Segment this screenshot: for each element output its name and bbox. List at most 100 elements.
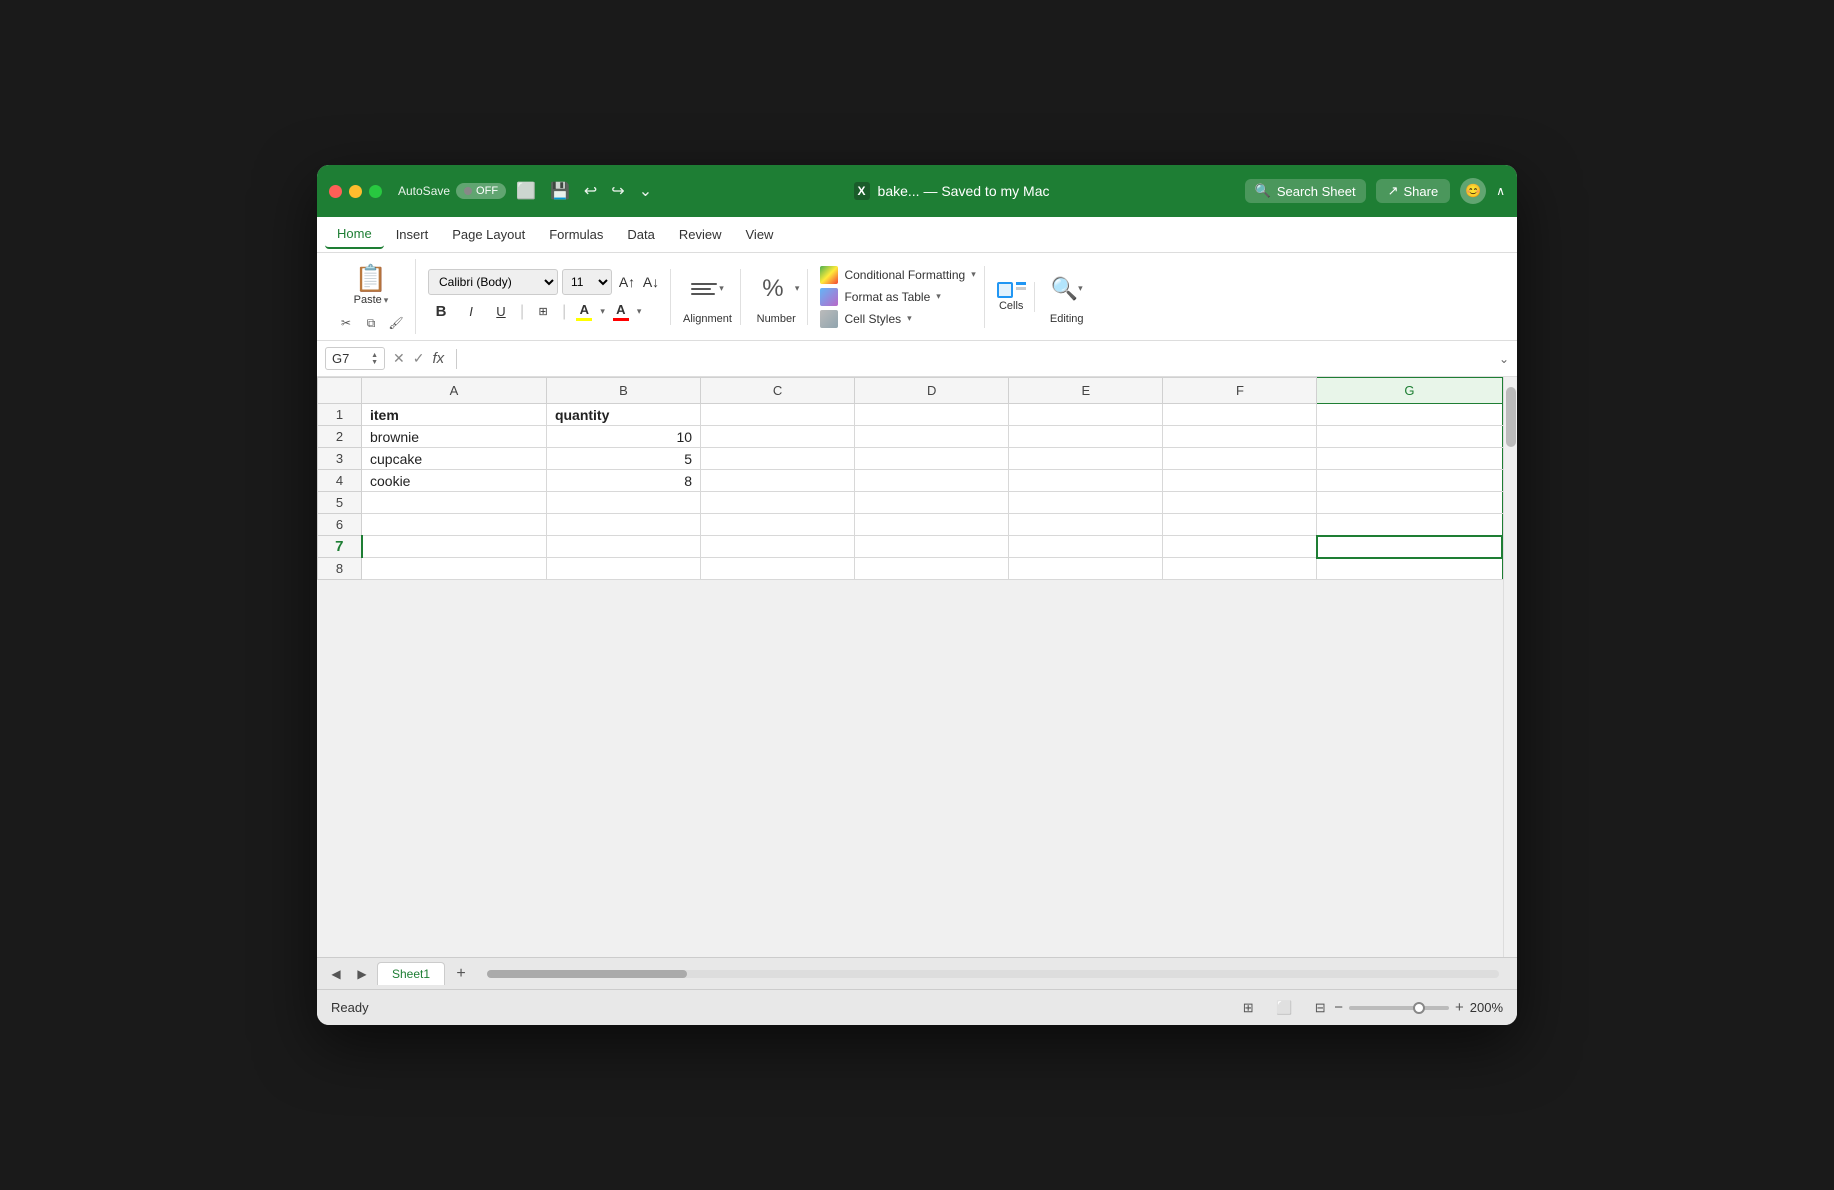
number-format-button[interactable]: % — [753, 269, 793, 309]
close-button[interactable] — [329, 185, 342, 198]
menu-review[interactable]: Review — [667, 221, 734, 248]
cell-b2[interactable]: 10 — [546, 426, 700, 448]
page-break-view-button[interactable]: ⊟ — [1306, 997, 1334, 1019]
cell-e5[interactable] — [1009, 492, 1163, 514]
cell-reference-box[interactable]: G7 ▲ ▼ — [325, 347, 385, 370]
menu-view[interactable]: View — [734, 221, 786, 248]
cell-a6[interactable] — [362, 514, 547, 536]
underline-button[interactable]: U — [488, 299, 514, 325]
vertical-scrollbar[interactable] — [1503, 377, 1517, 957]
undo-icon[interactable]: ↩ — [584, 181, 597, 201]
confirm-formula-icon[interactable]: ✓ — [413, 350, 425, 367]
cell-c5[interactable] — [701, 492, 855, 514]
cell-g6[interactable] — [1317, 514, 1502, 536]
cell-a3[interactable]: cupcake — [362, 448, 547, 470]
fx-icon[interactable]: fx — [432, 350, 444, 367]
col-header-c[interactable]: C — [701, 378, 855, 404]
cell-c2[interactable] — [701, 426, 855, 448]
cell-e6[interactable] — [1009, 514, 1163, 536]
minimize-button[interactable] — [349, 185, 362, 198]
cell-c8[interactable] — [701, 558, 855, 580]
font-color-button[interactable]: A — [609, 301, 633, 322]
menu-home[interactable]: Home — [325, 220, 384, 249]
zoom-in-button[interactable]: + — [1455, 999, 1464, 1016]
cell-b3[interactable]: 5 — [546, 448, 700, 470]
cell-d7[interactable] — [855, 536, 1009, 558]
conditional-formatting-button[interactable]: Conditional Formatting — [844, 268, 965, 282]
zoom-slider[interactable] — [1349, 1006, 1449, 1010]
cell-b4[interactable]: 8 — [546, 470, 700, 492]
italic-button[interactable]: I — [458, 299, 484, 325]
cell-styles-button[interactable]: Cell Styles — [844, 312, 901, 326]
cell-f3[interactable] — [1163, 448, 1317, 470]
cell-e8[interactable] — [1009, 558, 1163, 580]
formula-input[interactable] — [469, 351, 1491, 366]
cell-b1[interactable]: quantity — [546, 404, 700, 426]
cell-b5[interactable] — [546, 492, 700, 514]
collapse-icon[interactable]: ∧ — [1496, 184, 1505, 198]
format-painter-button[interactable]: 🖌 — [385, 312, 407, 334]
cell-b7[interactable] — [546, 536, 700, 558]
cell-g8[interactable] — [1317, 558, 1502, 580]
cell-e3[interactable] — [1009, 448, 1163, 470]
cell-c1[interactable] — [701, 404, 855, 426]
cut-button[interactable]: ✂ — [335, 312, 357, 334]
cell-b6[interactable] — [546, 514, 700, 536]
cell-e1[interactable] — [1009, 404, 1163, 426]
add-sheet-button[interactable]: + — [449, 962, 473, 986]
search-box[interactable]: 🔍 Search Sheet — [1245, 179, 1366, 203]
cell-g2[interactable] — [1317, 426, 1502, 448]
cell-f8[interactable] — [1163, 558, 1317, 580]
tab-nav-next[interactable]: ▶ — [351, 963, 373, 985]
conditional-formatting-dropdown[interactable]: ▾ — [971, 269, 976, 280]
page-layout-view-button[interactable]: ⬜ — [1270, 997, 1298, 1019]
format-as-table-dropdown[interactable]: ▾ — [936, 291, 941, 302]
scroll-thumb[interactable] — [1506, 387, 1516, 447]
copy-button[interactable]: ⧉ — [360, 312, 382, 334]
cell-f4[interactable] — [1163, 470, 1317, 492]
cell-d2[interactable] — [855, 426, 1009, 448]
number-dropdown[interactable]: ▾ — [795, 283, 800, 294]
cell-f7[interactable] — [1163, 536, 1317, 558]
cell-a8[interactable] — [362, 558, 547, 580]
cell-c4[interactable] — [701, 470, 855, 492]
cell-g1[interactable] — [1317, 404, 1502, 426]
col-header-f[interactable]: F — [1163, 378, 1317, 404]
menu-page-layout[interactable]: Page Layout — [440, 221, 537, 248]
normal-view-button[interactable]: ⊞ — [1234, 997, 1262, 1019]
format-as-table-button[interactable]: Format as Table — [844, 290, 930, 304]
cell-styles-dropdown[interactable]: ▾ — [907, 313, 912, 324]
col-header-e[interactable]: E — [1009, 378, 1163, 404]
cell-b8[interactable] — [546, 558, 700, 580]
cell-e4[interactable] — [1009, 470, 1163, 492]
menu-data[interactable]: Data — [615, 221, 666, 248]
cell-d4[interactable] — [855, 470, 1009, 492]
cell-f6[interactable] — [1163, 514, 1317, 536]
cell-a2[interactable]: brownie — [362, 426, 547, 448]
bold-button[interactable]: B — [428, 299, 454, 325]
formula-expand-icon[interactable]: ⌄ — [1499, 352, 1509, 366]
zoom-out-button[interactable]: − — [1334, 999, 1343, 1016]
menu-formulas[interactable]: Formulas — [537, 221, 615, 248]
cell-f5[interactable] — [1163, 492, 1317, 514]
cell-d8[interactable] — [855, 558, 1009, 580]
user-avatar[interactable]: 😊 — [1460, 178, 1486, 204]
redo-icon[interactable]: ↪ — [611, 181, 624, 201]
zoom-slider-thumb[interactable] — [1413, 1002, 1425, 1014]
cell-g7[interactable] — [1317, 536, 1502, 558]
sheet-tab-sheet1[interactable]: Sheet1 — [377, 962, 445, 985]
cell-a5[interactable] — [362, 492, 547, 514]
cell-f1[interactable] — [1163, 404, 1317, 426]
cell-d3[interactable] — [855, 448, 1009, 470]
menu-insert[interactable]: Insert — [384, 221, 441, 248]
share-button[interactable]: ↗ Share — [1376, 179, 1451, 203]
sheet-container[interactable]: A B C D E F G 1 item quantity — [317, 377, 1503, 957]
cell-c3[interactable] — [701, 448, 855, 470]
cell-f2[interactable] — [1163, 426, 1317, 448]
cancel-formula-icon[interactable]: ✕ — [393, 350, 405, 367]
col-header-d[interactable]: D — [855, 378, 1009, 404]
cell-g4[interactable] — [1317, 470, 1502, 492]
col-header-b[interactable]: B — [546, 378, 700, 404]
fill-color-button[interactable]: A — [572, 301, 596, 322]
col-header-a[interactable]: A — [362, 378, 547, 404]
